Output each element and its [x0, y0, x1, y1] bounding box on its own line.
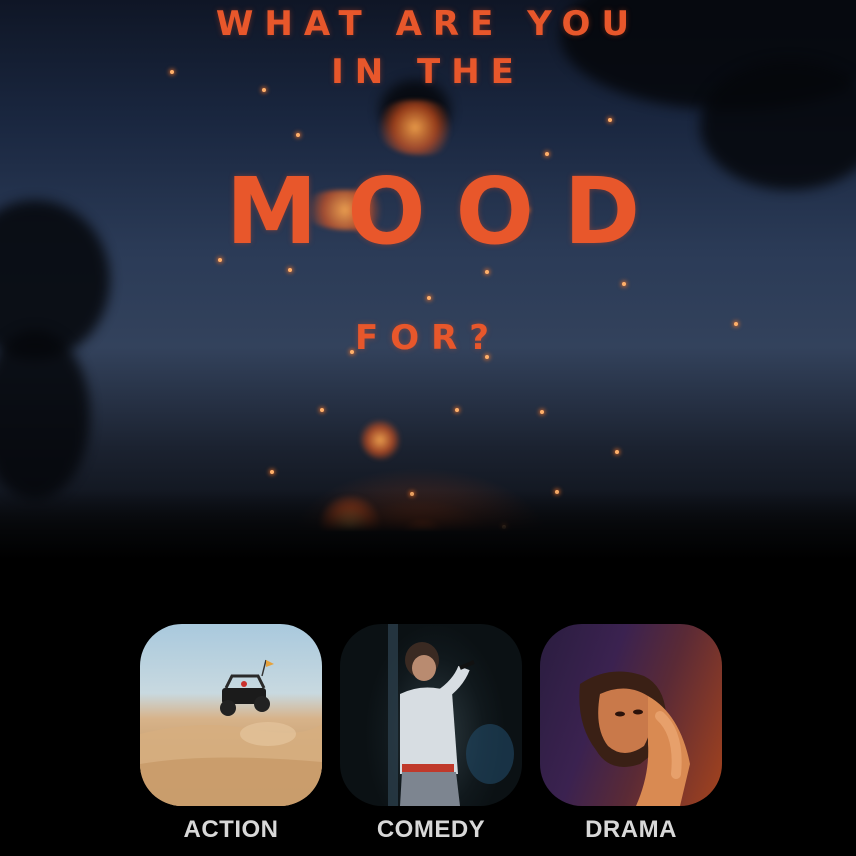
spark — [545, 152, 549, 156]
page: WHAT ARE YOU IN THE MOOD FOR? ACTION COM… — [0, 0, 856, 856]
spark — [270, 470, 274, 474]
portrait-icon — [579, 671, 690, 806]
mood-card-comedy[interactable]: COMEDY — [340, 624, 522, 844]
spark — [615, 450, 619, 454]
mood-card-drama[interactable]: DRAMA — [540, 624, 722, 844]
spark — [540, 410, 544, 414]
hero-campfire-image: WHAT ARE YOU IN THE MOOD FOR? — [0, 0, 856, 560]
mood-picker: ACTION COMEDY DRAMA — [140, 624, 724, 848]
action-thumbnail[interactable] — [140, 624, 322, 806]
spark — [608, 118, 612, 122]
mood-card-action[interactable]: ACTION — [140, 624, 322, 844]
dune-buggy-icon — [140, 659, 322, 806]
headline-mood: MOOD — [225, 158, 671, 265]
headline-line-2: IN THE — [331, 52, 525, 92]
mood-label-comedy: COMEDY — [376, 816, 486, 843]
flame — [360, 420, 400, 460]
spark — [485, 270, 489, 274]
mood-label-drama: DRAMA — [585, 816, 677, 843]
spark — [455, 408, 459, 412]
spark — [320, 408, 324, 412]
comedy-thumbnail[interactable] — [340, 624, 522, 806]
mood-label-action: ACTION — [183, 816, 279, 843]
performer-icon — [388, 624, 514, 806]
drama-thumbnail[interactable] — [540, 624, 722, 806]
spark — [427, 296, 431, 300]
ground-shadow — [0, 490, 856, 560]
spark — [288, 268, 292, 272]
headline-line-1: WHAT ARE YOU — [215, 4, 641, 44]
flame — [375, 100, 455, 155]
spark — [296, 133, 300, 137]
spark — [622, 282, 626, 286]
headline-line-4: FOR? — [354, 318, 502, 358]
